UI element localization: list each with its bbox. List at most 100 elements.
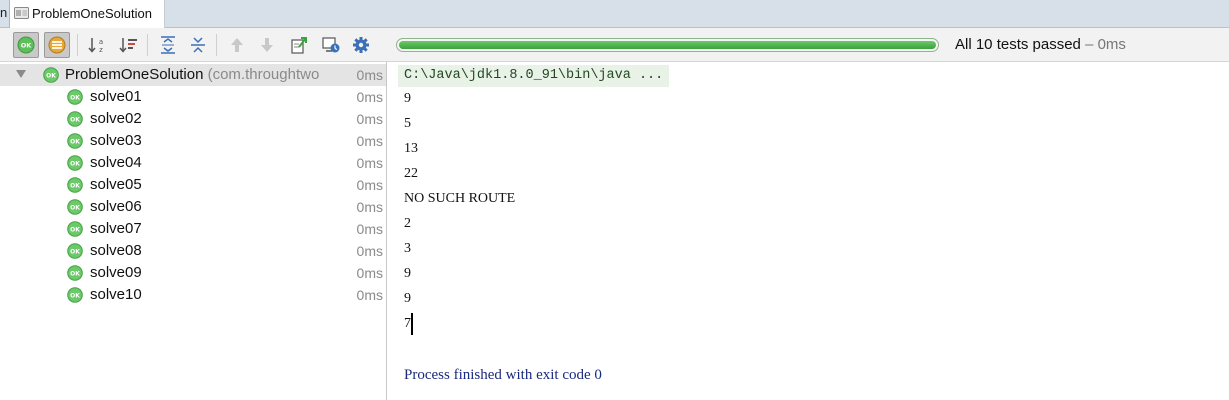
tab-title: ProblemOneSolution	[32, 6, 152, 21]
test-name: solve10	[90, 286, 142, 303]
show-passed-icon: OK	[17, 36, 35, 54]
test-duration: 0ms	[356, 111, 383, 127]
tree-root-label: ProblemOneSolution (com.throughtwo	[65, 66, 319, 83]
editor-tab-bar: n ProblemOneSolution	[0, 0, 1229, 28]
expand-arrow-icon[interactable]	[16, 70, 26, 78]
test-row[interactable]: OK solve03 0ms	[0, 130, 386, 152]
svg-text:OK: OK	[70, 139, 80, 146]
expand-all-icon	[161, 36, 175, 54]
console-output-line: 22	[404, 166, 418, 181]
previous-tab-fragment[interactable]: n	[0, 5, 7, 20]
import-results-icon	[322, 37, 340, 53]
test-passed-icon: OK	[67, 177, 83, 193]
toolbar-separator	[147, 34, 148, 56]
previous-failed-button[interactable]	[224, 32, 250, 58]
test-duration: 0ms	[356, 265, 383, 281]
previous-failed-icon	[231, 38, 243, 52]
svg-text:OK: OK	[21, 42, 33, 50]
test-row[interactable]: OK solve01 0ms	[0, 86, 386, 108]
sort-alphabetically-button[interactable]: a z	[85, 32, 111, 58]
test-class-name: ProblemOneSolution	[65, 66, 204, 83]
test-passed-icon: OK	[67, 89, 83, 105]
console-command-line[interactable]: C:\Java\jdk1.8.0_91\bin\java ...	[398, 65, 670, 87]
test-name: solve06	[90, 198, 142, 215]
test-name: solve04	[90, 154, 142, 171]
test-results-tree[interactable]: OK ProblemOneSolution (com.throughtwo 0m…	[0, 62, 387, 400]
test-row[interactable]: OK solve02 0ms	[0, 108, 386, 130]
test-duration: 0ms	[356, 287, 383, 303]
test-name: solve02	[90, 110, 142, 127]
svg-text:OK: OK	[70, 293, 80, 300]
test-passed-icon: OK	[43, 67, 59, 83]
show-ignored-button[interactable]	[44, 32, 70, 58]
console-output-line: 9	[404, 266, 411, 281]
test-progress-bar	[396, 38, 939, 52]
test-name: solve03	[90, 132, 142, 149]
test-name: solve08	[90, 242, 142, 259]
console-output-line: 9	[404, 91, 411, 106]
svg-text:OK: OK	[70, 95, 80, 102]
next-failed-button[interactable]	[254, 32, 280, 58]
console-output-line: NO SUCH ROUTE	[404, 191, 516, 206]
test-duration: 0ms	[356, 221, 383, 237]
test-duration: 0ms	[356, 243, 383, 259]
test-name: solve09	[90, 264, 142, 281]
import-results-button[interactable]	[318, 32, 344, 58]
svg-text:OK: OK	[46, 73, 56, 80]
expand-all-button[interactable]	[155, 32, 181, 58]
collapse-all-icon	[191, 37, 205, 53]
console-output[interactable]: C:\Java\jdk1.8.0_91\bin\java ... 9 5 13 22 N…	[387, 62, 1229, 400]
console-output-line: 3	[404, 241, 411, 256]
test-row[interactable]: OK solve09 0ms	[0, 262, 386, 284]
text-cursor	[411, 313, 413, 335]
test-duration: 0ms	[356, 177, 383, 193]
test-name: solve05	[90, 176, 142, 193]
tree-root-row[interactable]: OK ProblemOneSolution (com.throughtwo 0m…	[0, 64, 386, 86]
test-row[interactable]: OK solve06 0ms	[0, 196, 386, 218]
console-output-line: 2	[404, 216, 411, 231]
show-ignored-icon	[48, 36, 66, 54]
console-exit-message: Process finished with exit code 0	[404, 367, 602, 383]
test-passed-icon: OK	[67, 265, 83, 281]
svg-text:OK: OK	[70, 271, 80, 278]
svg-text:z: z	[99, 46, 103, 54]
test-duration: 0ms	[356, 199, 383, 215]
sort-alphabetically-icon: a z	[88, 38, 103, 54]
settings-icon	[353, 37, 369, 53]
test-duration: 0ms	[354, 67, 383, 83]
test-passed-icon: OK	[67, 133, 83, 149]
svg-text:a: a	[99, 38, 103, 46]
show-passed-button[interactable]: OK	[13, 32, 39, 58]
console-output-line: 9	[404, 291, 411, 306]
console-output-line: 13	[404, 141, 418, 156]
test-duration: 0ms	[356, 155, 383, 171]
settings-button[interactable]	[348, 32, 374, 58]
test-row[interactable]: OK solve07 0ms	[0, 218, 386, 240]
test-status: All 10 tests passed – 0ms	[955, 36, 1126, 53]
toolbar-separator	[77, 34, 78, 56]
test-status-summary: All 10 tests passed	[955, 36, 1081, 53]
toolbar-separator	[216, 34, 217, 56]
svg-text:OK: OK	[70, 161, 80, 168]
test-row[interactable]: OK solve04 0ms	[0, 152, 386, 174]
test-duration: 0ms	[356, 89, 383, 105]
test-status-duration: – 0ms	[1080, 36, 1126, 53]
export-results-icon	[291, 37, 307, 54]
test-row[interactable]: OK solve10 0ms	[0, 284, 386, 306]
svg-text:OK: OK	[70, 249, 80, 256]
export-results-button[interactable]	[286, 32, 312, 58]
svg-text:OK: OK	[70, 227, 80, 234]
test-row[interactable]: OK solve08 0ms	[0, 240, 386, 262]
test-duration: 0ms	[356, 133, 383, 149]
console-output-line: 5	[404, 116, 411, 131]
test-row[interactable]: OK solve05 0ms	[0, 174, 386, 196]
test-progress-fill	[399, 41, 936, 49]
test-passed-icon: OK	[67, 155, 83, 171]
test-class-package: (com.throughtwo	[203, 66, 320, 83]
test-name: solve01	[90, 88, 142, 105]
collapse-all-button[interactable]	[185, 32, 211, 58]
sort-by-duration-button[interactable]	[116, 32, 142, 58]
next-failed-icon	[261, 38, 273, 52]
run-config-tab[interactable]: ProblemOneSolution	[10, 0, 165, 28]
console-output-line: 7	[404, 316, 411, 331]
